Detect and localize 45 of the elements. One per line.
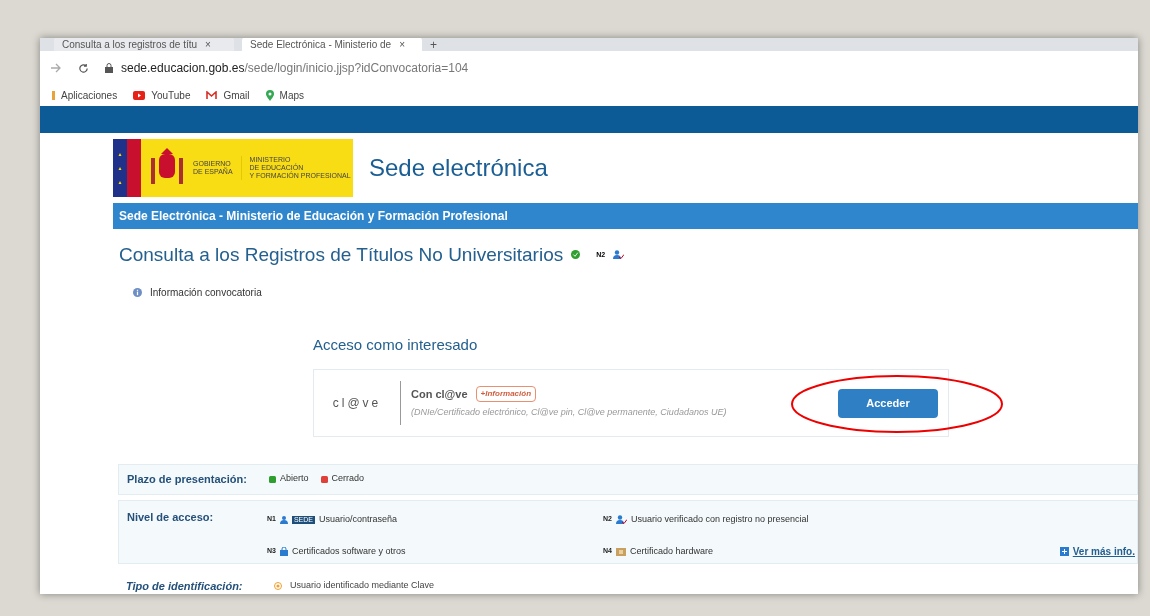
method-label: Con cl@ve: [411, 386, 468, 402]
access-button[interactable]: Acceder: [838, 388, 938, 418]
browser-tab[interactable]: Consulta a los registros de títu ×: [54, 38, 234, 52]
status-label: Abierto: [280, 472, 309, 486]
identification-value: Usuario identificado mediante Clave: [290, 579, 435, 592]
check-icon: [571, 250, 581, 260]
user-icon: [279, 515, 288, 524]
play-icon: [133, 90, 146, 100]
deadline-label: Plazo de presentación:: [127, 471, 248, 487]
level-description: Usuario/contraseña: [319, 512, 398, 526]
level-description: Certificados software y otros: [291, 544, 406, 558]
section-heading: Acceso como interesado: [313, 335, 479, 355]
bookmark-link[interactable]: Maps: [265, 87, 305, 103]
lock-icon: [105, 63, 113, 73]
status-label: Cerrado: [331, 472, 365, 486]
access-level-label: Nivel de acceso:: [127, 509, 215, 525]
level-description: Certificado hardware: [629, 544, 713, 558]
site-title: Sede electrónica: [369, 152, 548, 183]
clave-logo: cl@ve: [331, 394, 383, 412]
identification-label: Tipo de identificación:: [126, 578, 244, 594]
bookmark-link[interactable]: Gmail: [206, 87, 250, 103]
new-tab-button[interactable]: +: [430, 39, 437, 52]
close-icon[interactable]: ×: [399, 39, 406, 52]
bookmark-link[interactable]: Aplicaciones: [52, 87, 118, 103]
mail-icon: [206, 90, 218, 100]
radio-icon: [274, 581, 282, 590]
address-field[interactable]: sede.educacion.gob.es/sede/login/inicio.jjsp?idConvocatoria=104: [121, 59, 469, 77]
reload-icon[interactable]: [78, 62, 89, 74]
nav-bar: Sede Electrónica - Ministerio de Educación y Formación Profesional: [113, 202, 1138, 229]
info-icon: [133, 288, 142, 297]
info-link[interactable]: Información convocatoria: [150, 285, 262, 300]
padlock-icon: [279, 547, 288, 556]
method-description: (DNIe/Certificado electrónico, Cl@ve pin, Cl@ve permanente, Ciudadanos UE): [411, 406, 727, 419]
plus-icon: [1059, 546, 1069, 556]
browser-tab[interactable]: Sede Electrónica - Ministerio de ×: [242, 38, 422, 52]
bookmark-link[interactable]: YouTube: [133, 87, 191, 103]
close-icon[interactable]: ×: [205, 39, 211, 52]
more-info-link[interactable]: +Información: [475, 385, 537, 402]
user-check-icon: [613, 250, 625, 260]
card-chip-icon: [615, 547, 626, 556]
level-description: Usuario verificado con registro no presencial: [630, 512, 809, 526]
more-info-link[interactable]: Ver más info.: [1072, 543, 1135, 559]
user-check-icon: [615, 515, 627, 524]
map-pin-icon: [265, 89, 274, 101]
page-title: Consulta a los Registros de Títulos No Universitarios: [119, 242, 564, 267]
